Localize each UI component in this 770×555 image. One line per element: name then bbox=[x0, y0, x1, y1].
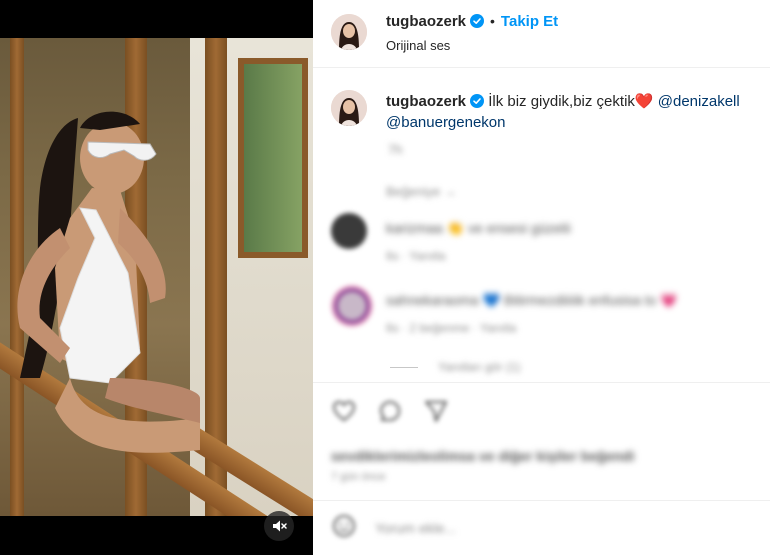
commenter-avatar[interactable] bbox=[331, 213, 367, 249]
verified-badge-icon bbox=[470, 94, 485, 108]
post-caption: tugbaozerk İlk biz giydik,biz çektik❤️ @… bbox=[386, 91, 761, 133]
caption-text: İlk biz giydik,biz çektik bbox=[488, 93, 635, 110]
mention-link[interactable]: @banuergenekon bbox=[386, 114, 506, 131]
profile-picture bbox=[331, 90, 367, 126]
audio-label[interactable]: Orijinal ses bbox=[386, 38, 450, 53]
heart-icon[interactable] bbox=[331, 398, 357, 424]
caption-time: 7h bbox=[388, 142, 403, 157]
separator-dot: • bbox=[490, 13, 495, 29]
avatar[interactable] bbox=[331, 14, 367, 50]
follow-button[interactable]: Takip Et bbox=[501, 13, 558, 30]
mention-link[interactable]: @denizakell bbox=[658, 93, 740, 110]
post-video[interactable] bbox=[0, 38, 313, 516]
comment-text: karizmaa 👏 ve ensesi güzelii bbox=[386, 220, 571, 236]
post-media[interactable] bbox=[0, 0, 313, 555]
post-header: tugbaozerk • Takip Et Orijinal ses bbox=[313, 0, 770, 68]
comment-text: sahnekaraoma 💙 Bitirmezdiiiiik enfusisa … bbox=[386, 292, 678, 308]
likes-count[interactable]: sevdiklerimizleolimsa ve diğer kişiler b… bbox=[331, 448, 634, 464]
red-heart-emoji: ❤️ bbox=[634, 93, 654, 110]
comment-meta[interactable]: 6s · 2 beğenme · Yanıtla bbox=[386, 321, 516, 335]
person-figure bbox=[17, 111, 200, 453]
post-sidebar: tugbaozerk • Takip Et Orijinal ses tugbaoz… bbox=[313, 0, 770, 555]
commenter-avatar[interactable] bbox=[331, 285, 373, 327]
caption-avatar[interactable] bbox=[331, 90, 367, 126]
emoji-icon[interactable] bbox=[331, 513, 357, 539]
header-username[interactable]: tugbaozerk bbox=[386, 13, 466, 30]
add-comment-input[interactable]: Yorum ekle... bbox=[375, 520, 456, 536]
speaker-muted-icon bbox=[273, 520, 287, 532]
profile-picture bbox=[331, 14, 367, 50]
section-divider bbox=[313, 382, 770, 383]
caption-reply-link[interactable]: Beğeniye → bbox=[386, 184, 457, 199]
comment-icon[interactable] bbox=[377, 398, 403, 424]
mute-button[interactable] bbox=[264, 511, 294, 541]
section-divider bbox=[313, 500, 770, 501]
caption-username[interactable]: tugbaozerk bbox=[386, 93, 466, 110]
comment-meta[interactable]: 6s · Yanıtla bbox=[386, 249, 446, 263]
verified-badge-icon bbox=[470, 14, 485, 28]
background-window bbox=[238, 58, 308, 258]
replies-line bbox=[390, 367, 418, 368]
post-date: 7 gün önce bbox=[331, 471, 386, 483]
share-icon[interactable] bbox=[423, 398, 449, 424]
view-replies-link[interactable]: Yanıtları gör (1) bbox=[438, 360, 520, 374]
